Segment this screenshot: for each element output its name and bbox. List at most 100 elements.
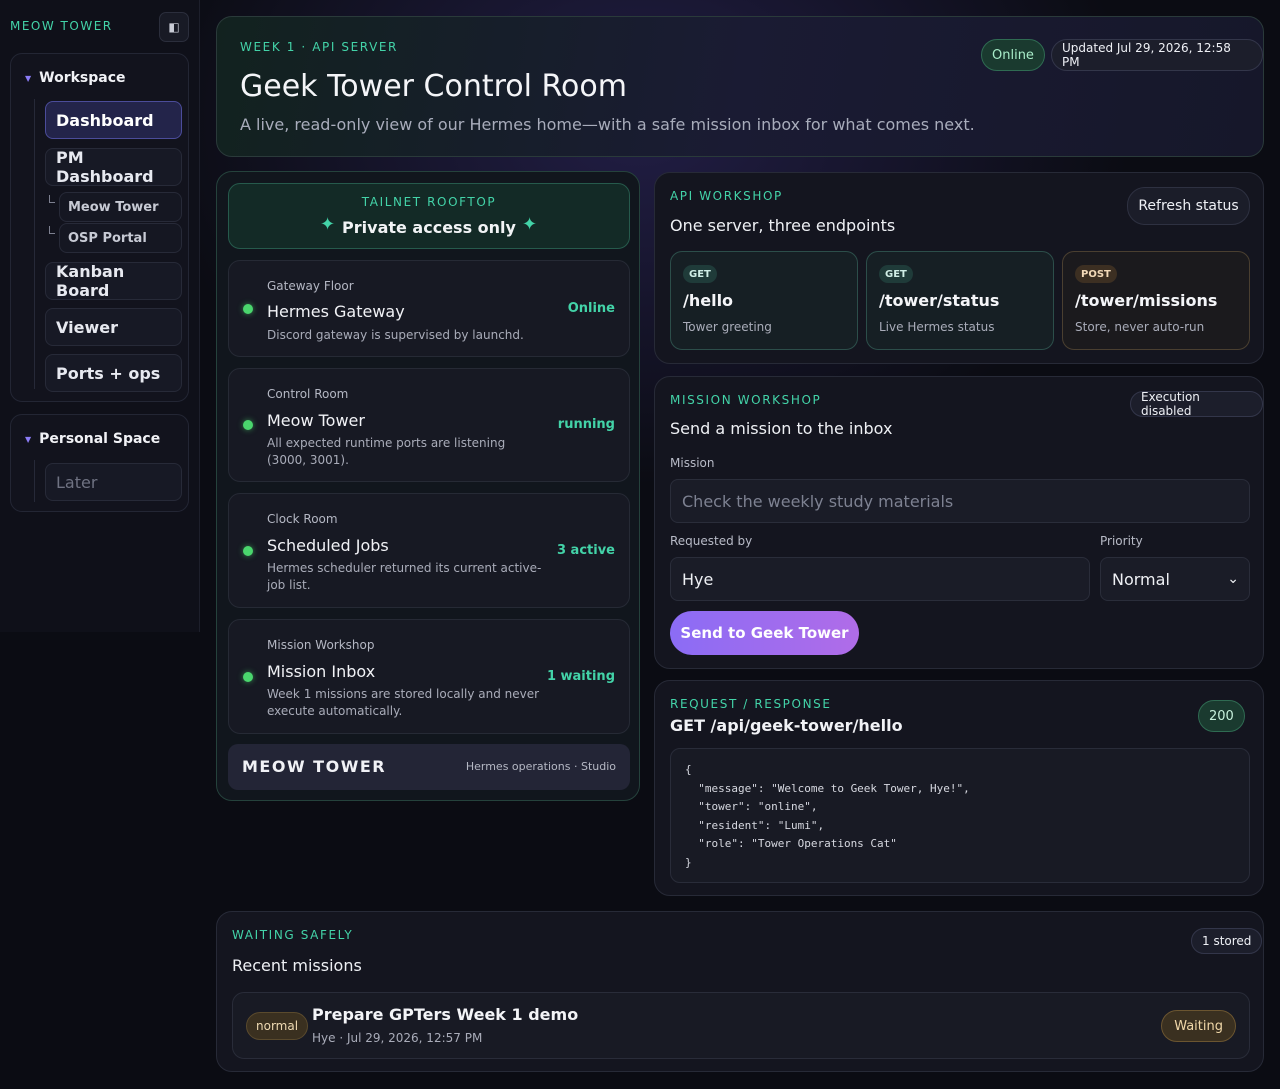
- sidebar-item-dashboard[interactable]: Dashboard: [45, 101, 182, 139]
- service-description: All expected runtime ports are listening…: [267, 436, 506, 467]
- endpoint-description: Live Hermes status: [879, 320, 995, 334]
- sidebar: MEOW TOWER ◧ ▼ Workspace Dashboard PM Da…: [0, 0, 200, 632]
- service-floor: Mission Workshop: [267, 638, 375, 652]
- recent-missions-card: WAITING SAFELY Recent missions 1 stored …: [216, 911, 1264, 1072]
- stored-count-badge: 1 stored: [1191, 928, 1263, 954]
- mission-meta: Hye · Jul 29, 2026, 12:57 PM: [312, 1031, 483, 1045]
- sidebar-item-ports-ops[interactable]: Ports + ops: [45, 354, 182, 392]
- api-subtitle: One server, three endpoints: [670, 216, 896, 235]
- sidebar-collapse-button[interactable]: ◧: [159, 12, 189, 42]
- tower-services-panel: ✦ TAILNET ROOFTOP Private access only ✦ …: [216, 171, 640, 801]
- endpoint-path: /tower/status: [879, 291, 1000, 310]
- personal-space-group-header[interactable]: ▼ Personal Space: [25, 431, 160, 447]
- service-card-meow-tower: Control Room Meow Tower All expected run…: [228, 368, 630, 482]
- control-room-header: WEEK 1 · API SERVER Geek Tower Control R…: [216, 16, 1264, 157]
- endpoint-card-hello[interactable]: GET /hello Tower greeting: [670, 251, 858, 350]
- service-state: running: [557, 417, 615, 432]
- service-description: Discord gateway is supervised by launchd…: [267, 328, 524, 342]
- page-subtitle: A live, read-only view of our Hermes hom…: [240, 115, 975, 134]
- priority-badge: normal: [246, 1012, 309, 1040]
- endpoint-card-tower-status[interactable]: GET /tower/status Live Hermes status: [866, 251, 1054, 350]
- service-card-hermes-gateway: Gateway Floor Hermes Gateway Discord gat…: [228, 260, 630, 357]
- requested-by-label: Requested by: [670, 534, 753, 548]
- api-workshop-card: API WORKSHOP One server, three endpoints…: [654, 172, 1264, 364]
- service-name: Scheduled Jobs: [267, 536, 389, 555]
- personal-space-title: Personal Space: [39, 431, 161, 447]
- refresh-status-button[interactable]: Refresh status: [1127, 187, 1250, 225]
- priority-select[interactable]: Normal ⌄: [1100, 557, 1250, 601]
- method-badge: GET: [683, 265, 717, 283]
- sidebar-subitem-meow-tower[interactable]: Meow Tower: [59, 192, 182, 222]
- status-badge: Online: [981, 39, 1045, 71]
- method-badge: POST: [1075, 265, 1117, 283]
- workspace-group-header[interactable]: ▼ Workspace: [25, 70, 126, 86]
- request-line: GET /api/geek-tower/hello: [670, 716, 903, 735]
- response-eyebrow: REQUEST / RESPONSE: [670, 697, 832, 711]
- chevron-down-icon: ⌄: [1227, 571, 1239, 587]
- workspace-group-title: Workspace: [39, 70, 126, 86]
- sidebar-item-pm-dashboard[interactable]: PM Dashboard: [45, 148, 182, 186]
- service-description: Hermes scheduler returned its current ac…: [267, 561, 542, 592]
- service-card-mission-inbox: Mission Workshop Mission Inbox Week 1 mi…: [228, 619, 630, 734]
- page-title: Geek Tower Control Room: [240, 69, 627, 104]
- tower-footer: MEOW TOWER Hermes operations · Studio: [228, 744, 630, 790]
- recent-eyebrow: WAITING SAFELY: [232, 928, 354, 942]
- service-name: Mission Inbox: [267, 662, 376, 681]
- status-dot-icon: [243, 420, 253, 430]
- caret-down-icon: ▼: [25, 73, 32, 83]
- sidebar-item-later[interactable]: Later: [45, 463, 182, 501]
- service-card-scheduled-jobs: Clock Room Scheduled Jobs Hermes schedul…: [228, 493, 630, 608]
- service-state: 1 waiting: [546, 669, 615, 684]
- mission-row[interactable]: normal Prepare GPTers Week 1 demo Hye · …: [232, 992, 1250, 1059]
- priority-value: Normal: [1112, 569, 1170, 589]
- rooftop-title: Private access only: [342, 218, 516, 237]
- tree-elbow-icon: [49, 226, 55, 234]
- response-body: { "message": "Welcome to Geek Tower, Hye…: [670, 748, 1250, 883]
- endpoint-path: /hello: [683, 291, 734, 310]
- service-name: Hermes Gateway: [267, 302, 405, 321]
- status-code-badge: 200: [1198, 700, 1245, 732]
- service-state: 3 active: [556, 543, 615, 558]
- sidebar-item-kanban-board[interactable]: Kanban Board: [45, 262, 182, 300]
- mission-workshop-card: MISSION WORKSHOP Send a mission to the i…: [654, 376, 1264, 669]
- execution-disabled-badge: Execution disabled: [1130, 390, 1263, 418]
- status-dot-icon: [243, 304, 253, 314]
- status-dot-icon: [243, 546, 253, 556]
- sidebar-item-viewer[interactable]: Viewer: [45, 308, 182, 346]
- tree-line: [34, 460, 35, 502]
- tree-elbow-icon: [49, 195, 55, 203]
- sidebar-toggle-icon: ◧: [168, 20, 180, 34]
- mission-subtitle: Send a mission to the inbox: [670, 419, 893, 438]
- service-floor: Clock Room: [267, 512, 338, 526]
- status-dot-icon: [243, 672, 253, 682]
- api-eyebrow: API WORKSHOP: [670, 189, 783, 203]
- endpoint-description: Store, never auto-run: [1075, 320, 1205, 334]
- tree-line: [34, 99, 35, 389]
- workspace-group: ▼ Workspace Dashboard PM Dashboard Meow …: [10, 53, 189, 402]
- caret-down-icon: ▼: [25, 434, 32, 444]
- requested-by-input[interactable]: Hye: [670, 557, 1090, 601]
- mission-title: Prepare GPTers Week 1 demo: [312, 1005, 579, 1024]
- endpoint-description: Tower greeting: [683, 320, 772, 334]
- sparkle-icon: ✦: [522, 214, 538, 235]
- footer-meta: Hermes operations · Studio: [465, 760, 616, 773]
- priority-label: Priority: [1100, 534, 1143, 548]
- service-state: Online: [567, 301, 615, 316]
- service-floor: Gateway Floor: [267, 279, 354, 293]
- sidebar-brand: MEOW TOWER: [10, 19, 113, 33]
- sidebar-subitem-osp-portal[interactable]: OSP Portal: [59, 223, 182, 253]
- footer-logo: MEOW TOWER: [242, 757, 387, 776]
- send-mission-button[interactable]: Send to Geek Tower: [670, 611, 859, 655]
- service-name: Meow Tower: [267, 411, 365, 430]
- service-description: Week 1 missions are stored locally and n…: [267, 687, 540, 718]
- updated-timestamp: Updated Jul 29, 2026, 12:58 PM: [1051, 39, 1263, 71]
- mission-input[interactable]: Check the weekly study materials: [670, 479, 1250, 523]
- request-response-card: REQUEST / RESPONSE GET /api/geek-tower/h…: [654, 680, 1264, 896]
- recent-subtitle: Recent missions: [232, 956, 362, 975]
- mission-status-badge: Waiting: [1161, 1010, 1236, 1042]
- rooftop-eyebrow: TAILNET ROOFTOP: [361, 195, 497, 209]
- mission-eyebrow: MISSION WORKSHOP: [670, 393, 822, 407]
- endpoint-path: /tower/missions: [1075, 291, 1218, 310]
- endpoint-card-tower-missions[interactable]: POST /tower/missions Store, never auto-r…: [1062, 251, 1250, 350]
- mission-label: Mission: [670, 456, 715, 470]
